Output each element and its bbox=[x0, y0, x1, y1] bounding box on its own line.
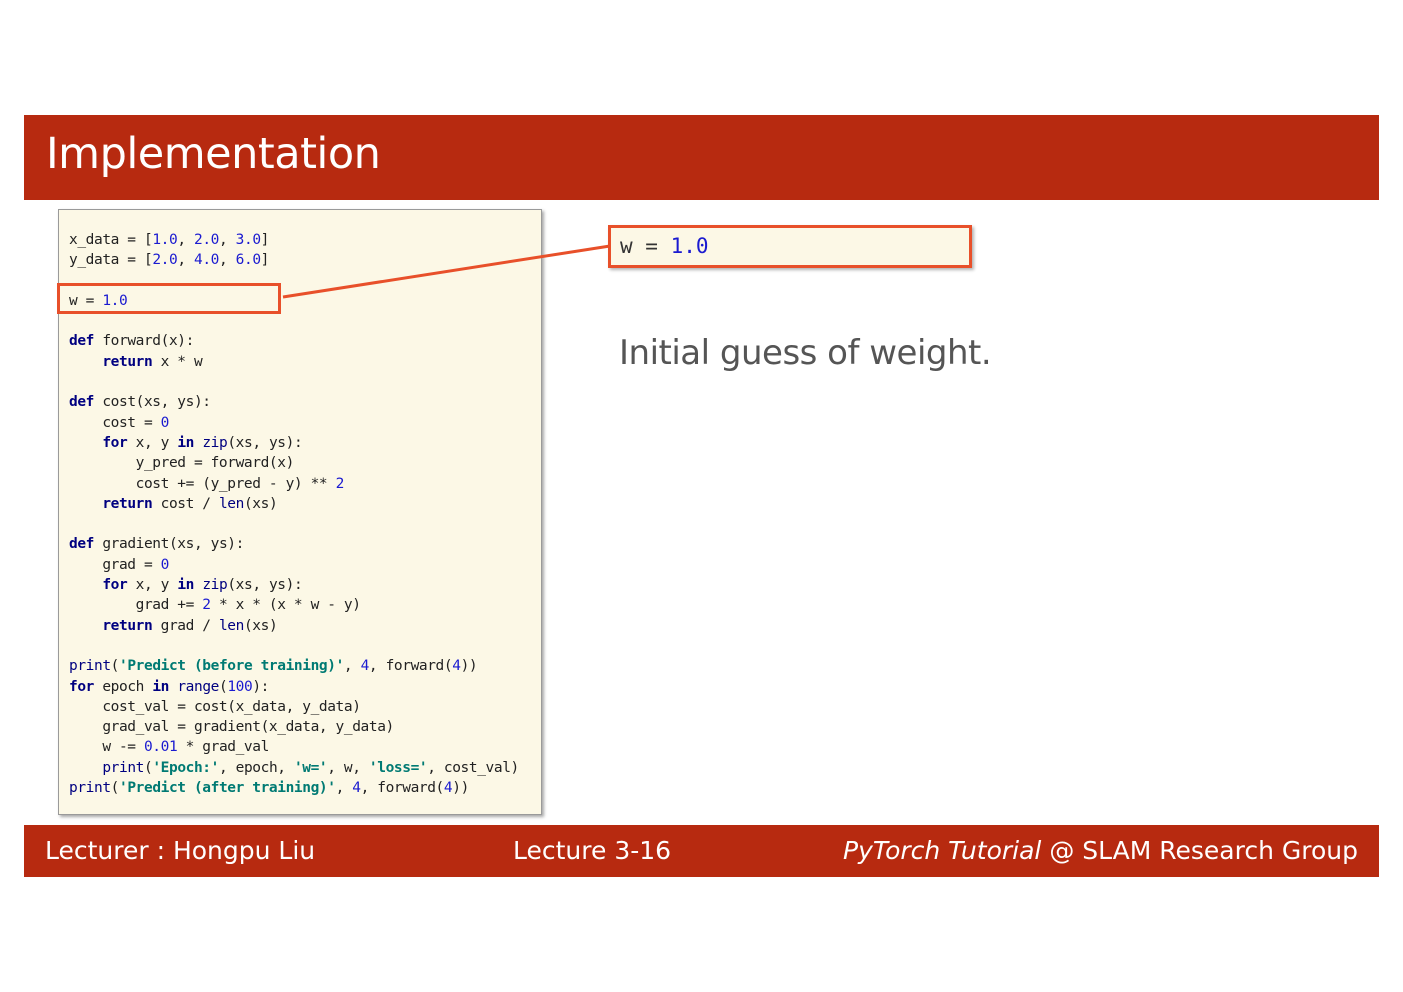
connector-line bbox=[282, 244, 611, 299]
callout-code: w = 1.0 bbox=[620, 234, 709, 258]
footer-course-title: PyTorch Tutorial bbox=[843, 836, 1042, 865]
callout-box: w = 1.0 bbox=[608, 225, 972, 268]
callout-lhs: w = bbox=[620, 234, 671, 258]
footer-group: @ SLAM Research Group bbox=[1041, 836, 1358, 865]
footer-bar: Lecturer : Hongpu Liu Lecture 3-16 PyTor… bbox=[24, 825, 1379, 877]
footer-lecture-number: Lecture 3-16 bbox=[513, 836, 672, 865]
callout-value: 1.0 bbox=[670, 234, 709, 258]
description-text: Initial guess of weight. bbox=[619, 333, 992, 373]
footer-course: PyTorch Tutorial @ SLAM Research Group bbox=[843, 836, 1358, 865]
footer-lecturer: Lecturer : Hongpu Liu bbox=[45, 836, 316, 865]
